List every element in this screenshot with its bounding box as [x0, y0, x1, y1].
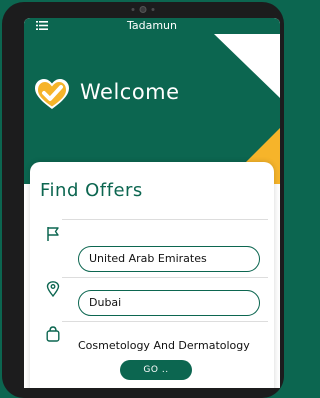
country-select[interactable]: United Arab Emirates	[78, 246, 260, 272]
location-pin-icon	[46, 281, 60, 297]
app-title: Tadamun	[126, 19, 178, 32]
card-title: Find Offers	[40, 180, 143, 201]
shopping-bag-icon	[46, 326, 60, 342]
app-bar: Tadamun	[24, 18, 280, 34]
app-screen: Tadamun Welcome Find Offers United Arab …	[24, 18, 280, 388]
welcome-heading: Welcome	[80, 80, 180, 104]
tablet-frame: Tadamun Welcome Find Offers United Arab …	[2, 2, 284, 398]
divider	[62, 321, 268, 322]
find-offers-card: Find Offers United Arab Emirates Dubai C…	[30, 162, 274, 388]
flag-icon	[47, 227, 59, 241]
heart-check-logo	[35, 79, 69, 109]
city-select[interactable]: Dubai	[78, 290, 260, 316]
go-button[interactable]: GO ..	[120, 360, 192, 380]
category-select[interactable]: Cosmetology And Dermatology	[78, 339, 250, 352]
camera	[131, 7, 155, 12]
divider	[62, 277, 268, 278]
divider	[62, 219, 268, 220]
